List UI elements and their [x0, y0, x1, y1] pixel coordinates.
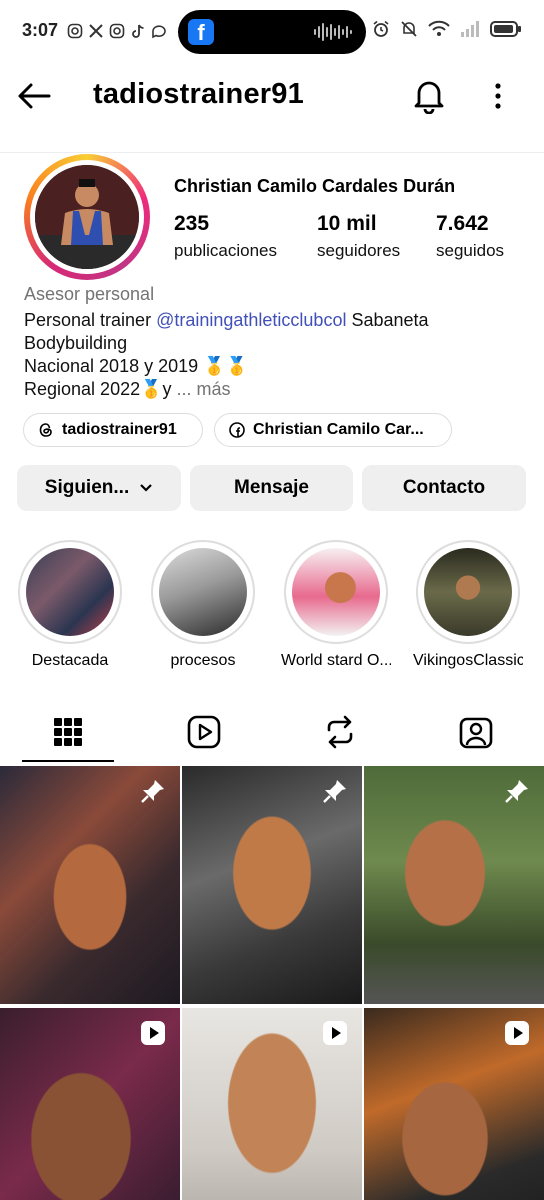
- dynamic-island[interactable]: f: [178, 10, 366, 54]
- stat-followers-label: seguidores: [317, 241, 401, 260]
- battery-icon: [490, 21, 521, 37]
- bio-line: Personal trainer @trainingathleticclubco…: [24, 309, 429, 332]
- tiktok-icon: [129, 22, 146, 39]
- signal-icon: [461, 21, 479, 37]
- pin-icon: [505, 780, 528, 803]
- more-options-button[interactable]: [484, 78, 512, 114]
- wifi-icon: [428, 20, 450, 36]
- bio-text: Regional 2022🥇y: [24, 379, 172, 399]
- x-icon: [87, 22, 104, 39]
- instagram-icon: [66, 22, 83, 39]
- contact-button[interactable]: Contacto: [362, 465, 526, 511]
- header-divider: [0, 152, 544, 153]
- stat-following[interactable]: 7.642 seguidos: [436, 212, 504, 261]
- bio-line: Nacional 2018 y 2019 🥇🥇: [24, 356, 248, 376]
- grid-icon: [54, 718, 82, 746]
- facebook-icon: [229, 422, 245, 438]
- profile-full-name: Christian Camilo Cardales Durán: [174, 176, 456, 196]
- tab-posts-grid[interactable]: [0, 700, 136, 764]
- highlight-cover: [159, 548, 247, 636]
- active-tab-indicator: [22, 760, 114, 762]
- pin-icon: [323, 780, 346, 803]
- avatar: [35, 165, 139, 269]
- highlight-cover: [292, 548, 380, 636]
- story-ring[interactable]: [24, 154, 150, 280]
- highlight-item[interactable]: VikingosClassic: [413, 540, 523, 670]
- threads-link-label: tadiostrainer91: [62, 421, 177, 438]
- reel-icon: [323, 1021, 347, 1045]
- following-button-label: Siguien...: [44, 477, 130, 498]
- status-system-icons: [372, 20, 522, 38]
- reel-icon: [505, 1021, 529, 1045]
- alarm-icon: [373, 20, 389, 37]
- profile-username: tadiostrainer91: [93, 78, 304, 110]
- bell-icon: [414, 81, 444, 115]
- bio-more-link[interactable]: ... más: [172, 379, 231, 399]
- following-button[interactable]: Siguien...: [17, 465, 181, 511]
- bio-line: Bodybuilding: [24, 333, 128, 353]
- tab-reposts[interactable]: [272, 700, 408, 764]
- threads-link-chip[interactable]: tadiostrainer91: [23, 413, 203, 447]
- chat-icon: [150, 22, 167, 39]
- contact-button-label: Contacto: [402, 477, 486, 498]
- bio-text: Personal trainer: [24, 310, 157, 330]
- tagged-icon: [459, 717, 493, 749]
- threads-icon: [39, 423, 52, 437]
- reel-icon: [141, 1021, 165, 1045]
- post-thumbnail[interactable]: [0, 1008, 180, 1200]
- arrow-left-icon: [18, 83, 51, 109]
- facebook-link-chip[interactable]: Christian Camilo Car...: [214, 413, 452, 447]
- message-button[interactable]: Mensaje: [190, 465, 353, 511]
- status-notification-icons: [66, 22, 167, 39]
- highlight-item[interactable]: Destacada: [15, 540, 125, 670]
- reels-icon: [187, 715, 221, 749]
- post-thumbnail[interactable]: [0, 766, 180, 1004]
- status-bar: 3:07 f: [0, 0, 544, 64]
- message-button-label: Mensaje: [234, 477, 309, 498]
- highlight-cover: [424, 548, 512, 636]
- highlight-cover: [26, 548, 114, 636]
- instagram-icon: [108, 22, 125, 39]
- highlight-item[interactable]: procesos: [148, 540, 258, 670]
- back-button[interactable]: [16, 78, 52, 114]
- stat-posts-label: publicaciones: [174, 241, 278, 260]
- pin-icon: [141, 780, 164, 803]
- stat-followers[interactable]: 10 mil seguidores: [317, 212, 400, 261]
- bio-mention-link[interactable]: @trainingathleticclubcol: [156, 310, 346, 330]
- post-thumbnail[interactable]: [364, 766, 544, 1004]
- post-thumbnail[interactable]: [364, 1008, 544, 1200]
- reposts-icon: [327, 715, 353, 749]
- chevron-down-icon: [140, 484, 152, 492]
- stat-posts[interactable]: 235 publicaciones: [174, 212, 277, 261]
- highlight-label: World stard O...: [281, 652, 391, 669]
- highlight-label: Destacada: [31, 652, 109, 669]
- post-thumbnail[interactable]: [182, 1008, 362, 1200]
- profile-category: Asesor personal: [24, 284, 155, 304]
- stat-posts-value: 235: [174, 212, 210, 235]
- highlight-label: procesos: [170, 652, 236, 669]
- notifications-button[interactable]: [410, 76, 448, 115]
- tab-reels[interactable]: [136, 700, 272, 764]
- post-thumbnail[interactable]: [182, 766, 362, 1004]
- bio-text: Sabaneta: [346, 310, 429, 330]
- facebook-link-label: Christian Camilo Car...: [253, 421, 424, 438]
- facebook-icon: f: [188, 19, 214, 45]
- status-time: 3:07: [22, 20, 59, 40]
- more-vertical-icon: [495, 83, 501, 109]
- profile-bio: Personal trainer @trainingathleticclubco…: [24, 309, 429, 401]
- stat-following-value: 7.642: [436, 212, 489, 235]
- mute-icon: [401, 21, 417, 37]
- highlight-label: VikingosClassic: [413, 652, 523, 669]
- profile-header: tadiostrainer91: [0, 64, 544, 128]
- highlight-item[interactable]: World stard O...: [281, 540, 391, 670]
- bio-line: Regional 2022🥇y ... más: [24, 378, 429, 401]
- stat-following-label: seguidos: [436, 241, 505, 260]
- audio-wave-icon: [314, 23, 352, 41]
- stat-followers-value: 10 mil: [317, 212, 377, 235]
- tab-tagged[interactable]: [408, 700, 544, 764]
